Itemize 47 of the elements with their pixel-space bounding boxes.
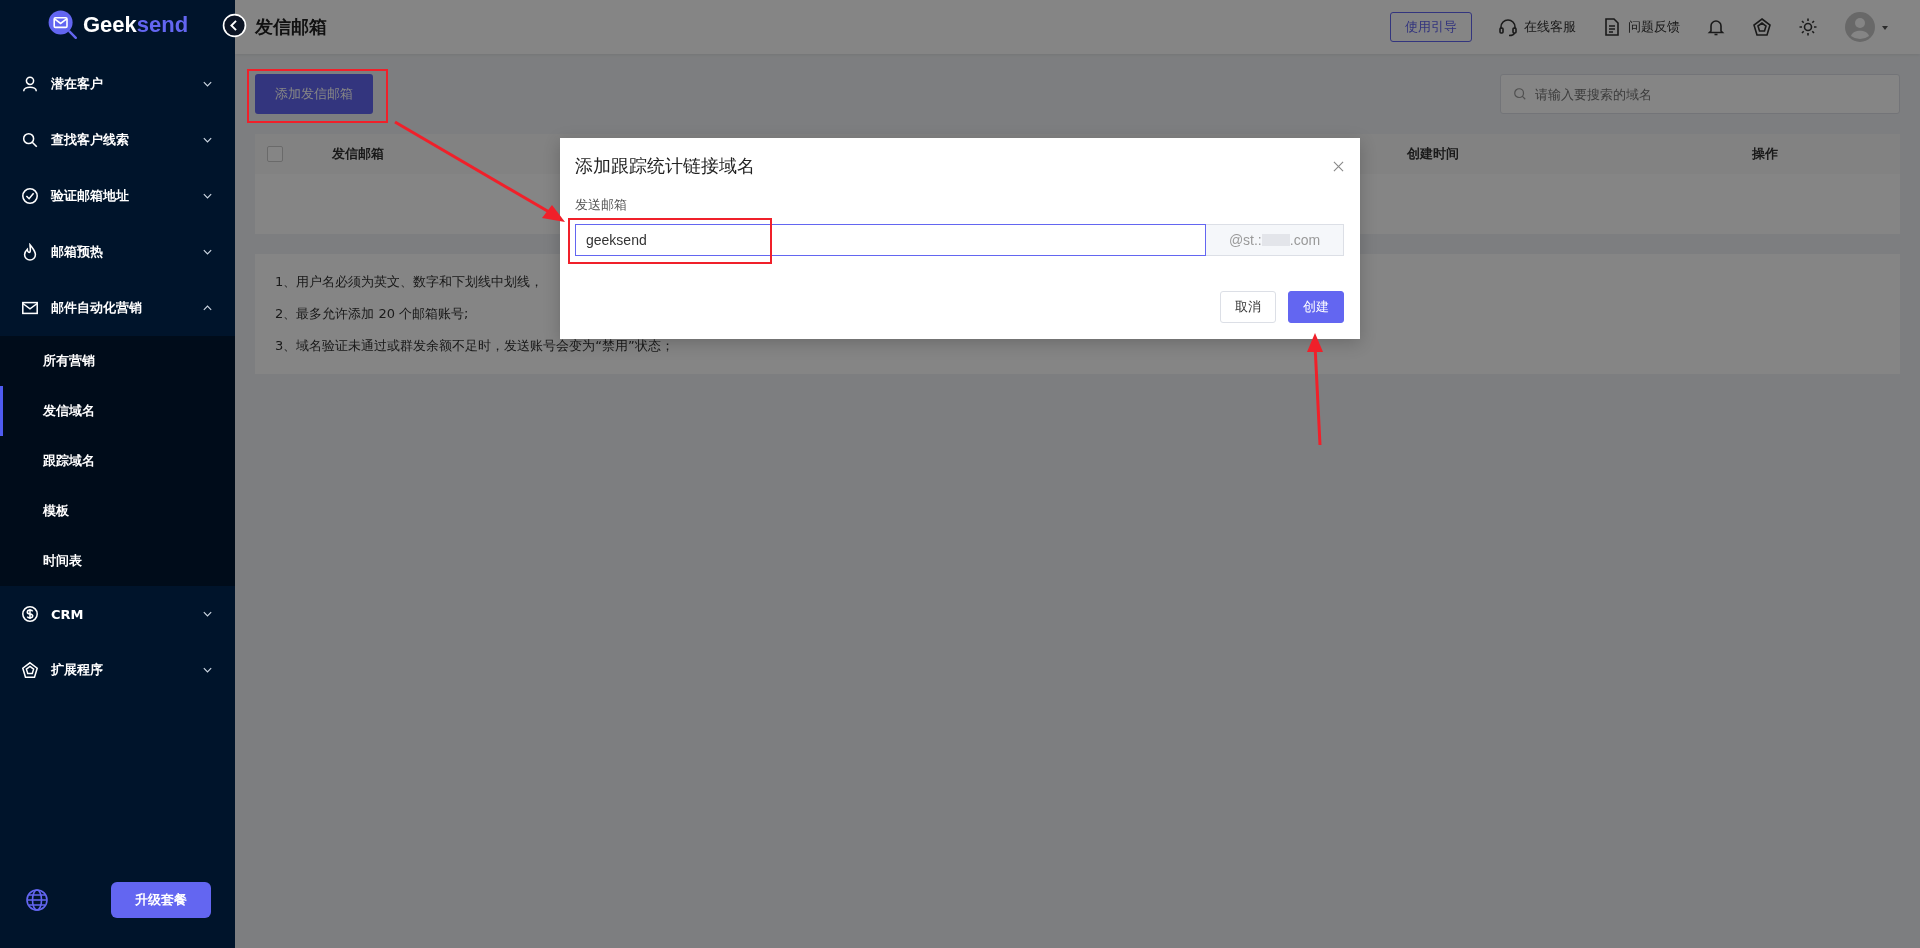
search-field[interactable]: 请输入要搜索的域名 <box>1500 74 1900 114</box>
check-icon <box>21 187 39 205</box>
upgrade-button[interactable]: 升级套餐 <box>111 882 211 918</box>
note-text: 2、最多允许添加 20 个邮箱账号; <box>275 305 469 323</box>
submenu-item[interactable]: 模板 <box>0 486 235 536</box>
gem-icon <box>21 661 39 679</box>
sun-icon[interactable] <box>1798 17 1818 37</box>
document-icon[interactable] <box>1602 17 1622 37</box>
sidebar-item[interactable]: 验证邮箱地址 <box>0 168 235 224</box>
sidebar-item[interactable]: 扩展程序 <box>0 642 235 698</box>
field-label: 发送邮箱 <box>575 196 628 214</box>
submenu-item[interactable]: 所有营销 <box>0 336 235 386</box>
dollar-icon <box>21 605 39 623</box>
search-icon <box>21 131 39 149</box>
email-input[interactable]: geeksend <box>575 224 1206 256</box>
logo-icon <box>46 9 79 41</box>
flame-icon <box>21 243 39 261</box>
sidebar-item[interactable]: 邮件自动化营销 <box>0 280 235 336</box>
close-icon[interactable] <box>1333 160 1344 172</box>
cancel-button[interactable]: 取消 <box>1220 291 1276 323</box>
sidebar-item[interactable]: 查找客户线索 <box>0 112 235 168</box>
mail-icon <box>21 299 39 317</box>
note-text: 1、用户名必须为英文、数字和下划线中划线， <box>275 273 544 291</box>
header-link[interactable]: 问题反馈 <box>1628 18 1680 36</box>
globe-icon[interactable] <box>25 888 49 912</box>
domain-suffix: @st.: .com <box>1206 224 1344 256</box>
headset-icon[interactable] <box>1498 17 1518 37</box>
brand-name: Geeksend <box>82 12 189 38</box>
sidebar-item[interactable]: 邮箱预热 <box>0 224 235 280</box>
note-text: 3、域名验证未通过或群发余额不足时，发送账号会变为“禁用”状态； <box>275 337 674 355</box>
sidebar-item[interactable]: 潜在客户 <box>0 56 235 112</box>
collapse-icon[interactable] <box>222 13 247 38</box>
column-header: 发信邮箱 <box>332 145 385 163</box>
dialog-title: 添加跟踪统计链接域名 <box>575 154 755 178</box>
bell-icon[interactable] <box>1706 17 1726 37</box>
submenu-item[interactable]: 跟踪域名 <box>0 436 235 486</box>
header-link[interactable]: 在线客服 <box>1524 18 1576 36</box>
search-icon <box>1513 87 1527 101</box>
column-header: 操作 <box>1752 145 1779 163</box>
create-button[interactable]: 创建 <box>1288 291 1344 323</box>
submenu-item[interactable]: 时间表 <box>0 536 235 586</box>
select-all-checkbox[interactable] <box>267 146 283 162</box>
user-icon <box>21 75 39 93</box>
sidebar-item[interactable]: CRM <box>0 586 235 642</box>
column-header: 创建时间 <box>1407 145 1460 163</box>
gem-icon[interactable] <box>1752 17 1772 37</box>
page-title: 发信邮箱 <box>255 15 327 39</box>
